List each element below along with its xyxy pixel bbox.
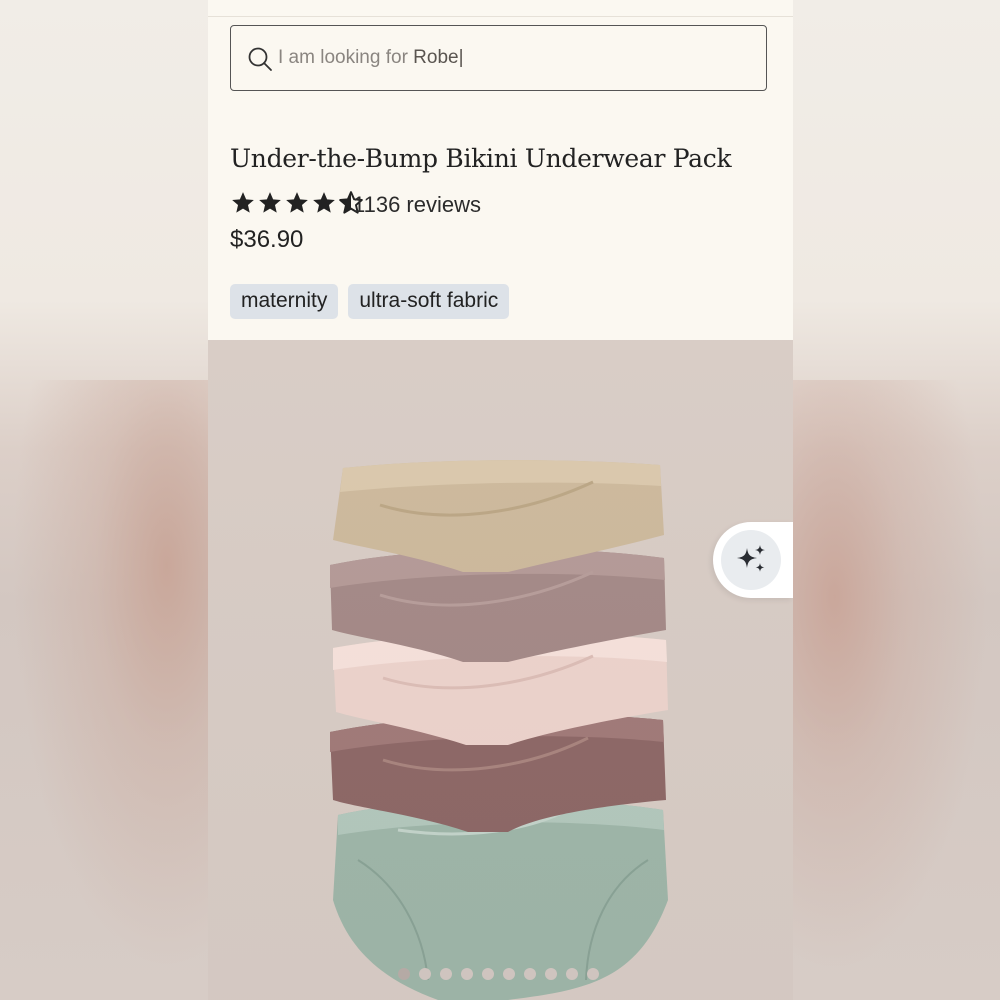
backdrop-right — [793, 380, 1000, 1000]
backdrop-left — [0, 380, 208, 1000]
carousel-dot[interactable] — [503, 968, 515, 980]
product-image — [208, 340, 793, 1000]
review-count-link[interactable]: 1136 reviews — [353, 192, 481, 218]
tag-ultra-soft-fabric[interactable]: ultra-soft fabric — [348, 284, 510, 319]
divider — [208, 16, 793, 17]
star-icon — [259, 192, 281, 213]
phone-screen: I am looking for Robe| Under-the-Bump Bi… — [208, 0, 793, 1000]
star-rating — [230, 188, 364, 218]
product-info-panel: I am looking for Robe| Under-the-Bump Bi… — [208, 0, 793, 340]
carousel-dot[interactable] — [587, 968, 599, 980]
star-icon — [286, 192, 308, 213]
search-icon — [248, 47, 272, 71]
ai-button-circle — [721, 530, 781, 590]
carousel-dot[interactable] — [440, 968, 452, 980]
tag-list: maternity ultra-soft fabric — [230, 284, 510, 319]
carousel-dot[interactable] — [461, 968, 473, 980]
carousel-dot[interactable] — [419, 968, 431, 980]
product-price: $36.90 — [230, 226, 304, 253]
search-typed-value: Robe| — [413, 47, 464, 68]
tag-maternity[interactable]: maternity — [230, 284, 339, 319]
ai-assistant-button[interactable] — [713, 522, 793, 598]
carousel-dot[interactable] — [482, 968, 494, 980]
carousel-pagination[interactable] — [398, 968, 599, 980]
carousel-dot[interactable] — [524, 968, 536, 980]
search-text: I am looking for Robe| — [278, 47, 464, 69]
sparkles-icon — [737, 545, 765, 572]
search-placeholder: I am looking for — [278, 47, 414, 68]
product-image-carousel[interactable] — [208, 340, 793, 1000]
carousel-dot[interactable] — [545, 968, 557, 980]
product-title: Under-the-Bump Bikini Underwear Pack — [230, 144, 732, 173]
carousel-dot[interactable] — [398, 968, 410, 980]
star-icon — [232, 192, 254, 213]
star-icon — [313, 192, 335, 213]
carousel-dot[interactable] — [566, 968, 578, 980]
search-input[interactable]: I am looking for Robe| — [230, 25, 767, 91]
